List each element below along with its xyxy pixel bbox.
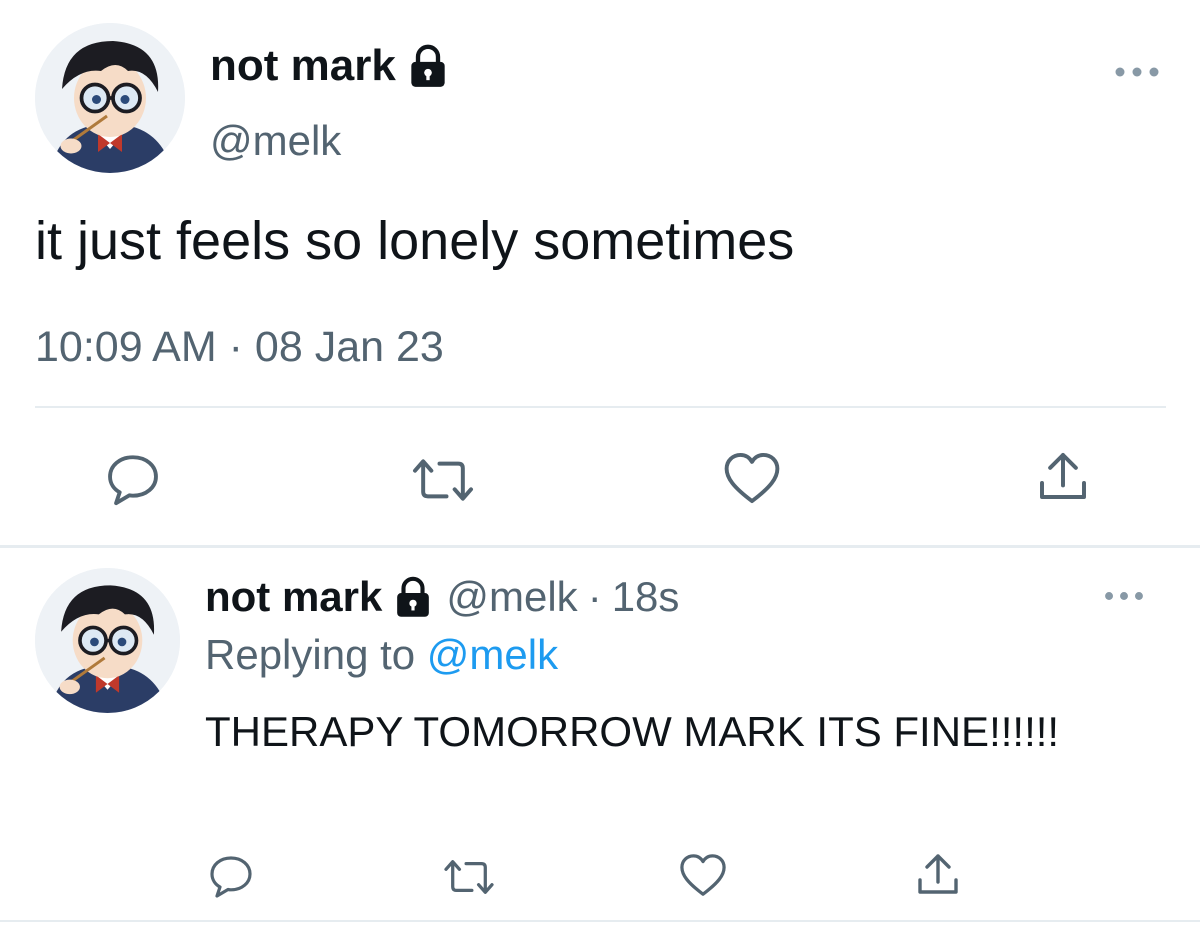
share-icon[interactable] <box>914 850 962 898</box>
replying-to: Replying to @melk <box>205 628 558 682</box>
display-name-text: not mark <box>210 41 396 90</box>
reply-icon[interactable] <box>104 450 162 508</box>
retweet-icon[interactable] <box>440 854 498 900</box>
reply-icon[interactable] <box>207 852 255 900</box>
tweet-text: THERAPY TOMORROW MARK ITS FINE!!!!!! <box>205 708 1060 755</box>
retweet-icon[interactable] <box>408 452 478 508</box>
replying-label: Replying to <box>205 631 416 678</box>
meta-separator: · <box>587 573 602 620</box>
more-options-icon[interactable] <box>1112 60 1162 84</box>
divider <box>35 406 1166 408</box>
avatar-image <box>35 23 185 173</box>
tweet-date: 08 Jan 23 <box>254 323 444 371</box>
display-name[interactable]: not mark <box>210 38 448 94</box>
reply-header: not mark @melk · 18s <box>205 570 679 624</box>
tweet-text: it just feels so lonely sometimes <box>35 211 795 271</box>
tweet-timestamp[interactable]: 10:09 AM · 08 Jan 23 <box>35 320 444 374</box>
handle[interactable]: @melk <box>446 570 577 624</box>
tweet-time: 10:09 AM <box>35 323 217 371</box>
mention-link[interactable]: @melk <box>427 631 558 678</box>
share-icon[interactable] <box>1035 448 1091 504</box>
like-icon[interactable] <box>678 852 728 898</box>
like-icon[interactable] <box>722 450 782 506</box>
avatar[interactable] <box>35 23 185 173</box>
lock-icon <box>394 576 432 618</box>
avatar-image <box>35 568 180 713</box>
meta-separator: · <box>228 323 243 371</box>
display-name[interactable]: not mark <box>205 570 382 624</box>
handle[interactable]: @melk <box>210 115 341 167</box>
section-divider <box>0 920 1200 922</box>
lock-icon <box>408 44 448 88</box>
tweet-time[interactable]: 18s <box>612 570 680 624</box>
section-divider <box>0 545 1200 548</box>
more-options-icon[interactable] <box>1102 586 1146 606</box>
avatar[interactable] <box>35 568 180 713</box>
